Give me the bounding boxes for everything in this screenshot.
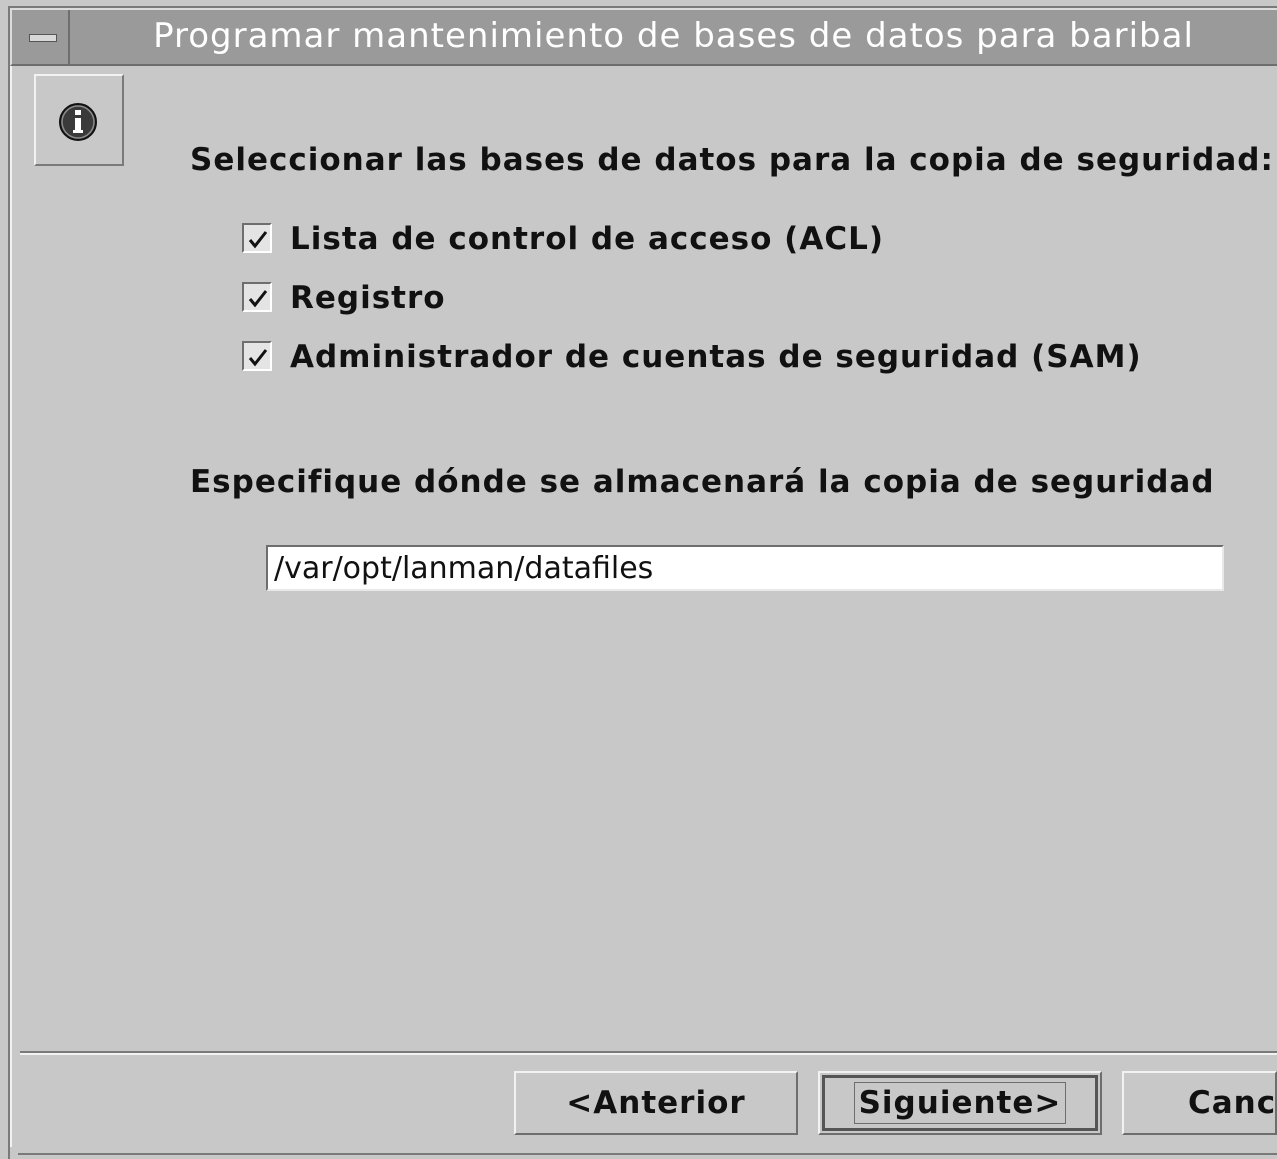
checkmark-icon: [248, 349, 268, 367]
checkbox-label: Registro: [290, 280, 446, 316]
databases-heading: Seleccionar las bases de datos para la c…: [190, 142, 1274, 178]
window-menu-icon: [29, 34, 57, 42]
info-icon: [59, 103, 97, 141]
checkbox-box[interactable]: [242, 223, 272, 253]
checkbox-label: Lista de control de acceso (ACL): [290, 221, 885, 257]
checkbox-box[interactable]: [242, 282, 272, 312]
back-button-label: <Anterior: [566, 1085, 746, 1121]
backup-path-input[interactable]: [266, 545, 1224, 591]
back-button[interactable]: <Anterior: [514, 1071, 798, 1135]
info-panel: [34, 74, 124, 166]
window-frame: [10, 62, 12, 1147]
checkmark-icon: [248, 231, 268, 249]
next-button-label: Siguiente>: [853, 1082, 1067, 1124]
window-bottom-border: [18, 1153, 1277, 1155]
cancel-button[interactable]: Canc: [1122, 1071, 1277, 1135]
window-menu-button[interactable]: [12, 10, 70, 64]
cancel-button-label: Canc: [1188, 1085, 1277, 1121]
checkmark-icon: [248, 290, 268, 308]
next-button[interactable]: Siguiente>: [818, 1071, 1102, 1135]
checkbox-box[interactable]: [242, 341, 272, 371]
button-separator: [20, 1051, 1277, 1055]
window-title: Programar mantenimiento de bases de dato…: [153, 16, 1194, 56]
location-heading: Especifique dónde se almacenará la copia…: [190, 464, 1215, 500]
checkbox-label: Administrador de cuentas de seguridad (S…: [290, 339, 1142, 375]
